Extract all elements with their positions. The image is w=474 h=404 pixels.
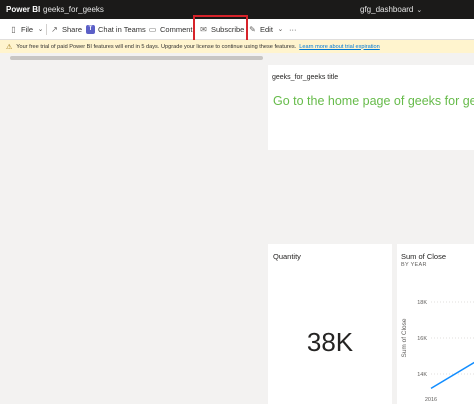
dashboard-switcher[interactable]: gfg_dashboard ⌄ (360, 0, 422, 19)
quantity-tile-title: Quantity (273, 252, 301, 261)
more-options-button[interactable]: ··· (289, 19, 297, 40)
chevron-down-icon: ⌄ (37, 26, 44, 33)
file-icon: ▯ (11, 25, 16, 34)
file-label: File (21, 25, 34, 34)
y-tick-label: 16K (417, 336, 427, 342)
horizontal-scrollbar[interactable] (10, 56, 263, 60)
comment-icon: ▭ (148, 25, 157, 34)
sum-of-close-chart: Sum of Close 18K 16K 14K 2016 (401, 300, 474, 403)
title-tile-heading: geeks_for_geeks title (272, 74, 339, 81)
chat-in-teams-label: Chat in Teams (98, 25, 146, 34)
subscribe-highlight-box (193, 15, 248, 43)
y-axis-label: Sum of Close (401, 318, 408, 357)
divider (46, 24, 47, 35)
pencil-icon: ✎ (249, 25, 256, 34)
title-tile-link-text[interactable]: Go to the home page of geeks for geeks (273, 94, 474, 108)
share-label: Share (62, 25, 83, 34)
trial-expiration-link[interactable]: Learn more about trial expiration (299, 44, 380, 50)
share-button[interactable]: ↗ Share (50, 19, 82, 40)
trial-warning-banner: ⚠ Your free trial of paid Power BI featu… (0, 40, 474, 53)
chat-in-teams-button[interactable]: T Chat in Teams (86, 19, 146, 40)
sum-of-close-tile[interactable]: Sum of Close BY YEAR Sum of Close 18K 16K 1… (397, 244, 474, 404)
comment-label: Comment (160, 25, 193, 34)
chevron-down-icon: ⌄ (416, 6, 423, 14)
edit-label: Edit (260, 25, 273, 34)
teams-icon: T (86, 25, 95, 34)
warning-icon: ⚠ (6, 43, 13, 51)
report-name[interactable]: geeks_for_geeks (43, 5, 104, 14)
comment-button[interactable]: ▭ Comment (148, 19, 193, 40)
more-options-icon: ··· (289, 25, 297, 34)
edit-button[interactable]: ✎ Edit ⌄ (248, 19, 285, 40)
chevron-down-icon: ⌄ (277, 26, 284, 33)
x-tick-label: 2016 (425, 397, 437, 403)
series-line[interactable] (430, 352, 474, 390)
quantity-tile[interactable]: Quantity 38K (268, 244, 392, 404)
app-brand[interactable]: Power BI (0, 5, 43, 14)
y-tick-label: 18K (417, 300, 427, 306)
share-icon: ↗ (51, 25, 58, 34)
quantity-value: 38K (306, 327, 354, 357)
dashboard-name: gfg_dashboard (360, 5, 414, 14)
file-menu-button[interactable]: ▯ File ⌄ (9, 19, 45, 40)
trial-warning-message: Your free trial of paid Power BI feature… (16, 43, 297, 50)
title-tile[interactable]: geeks_for_geeks title Go to the home pag… (268, 65, 474, 150)
y-tick-label: 14K (417, 372, 427, 378)
